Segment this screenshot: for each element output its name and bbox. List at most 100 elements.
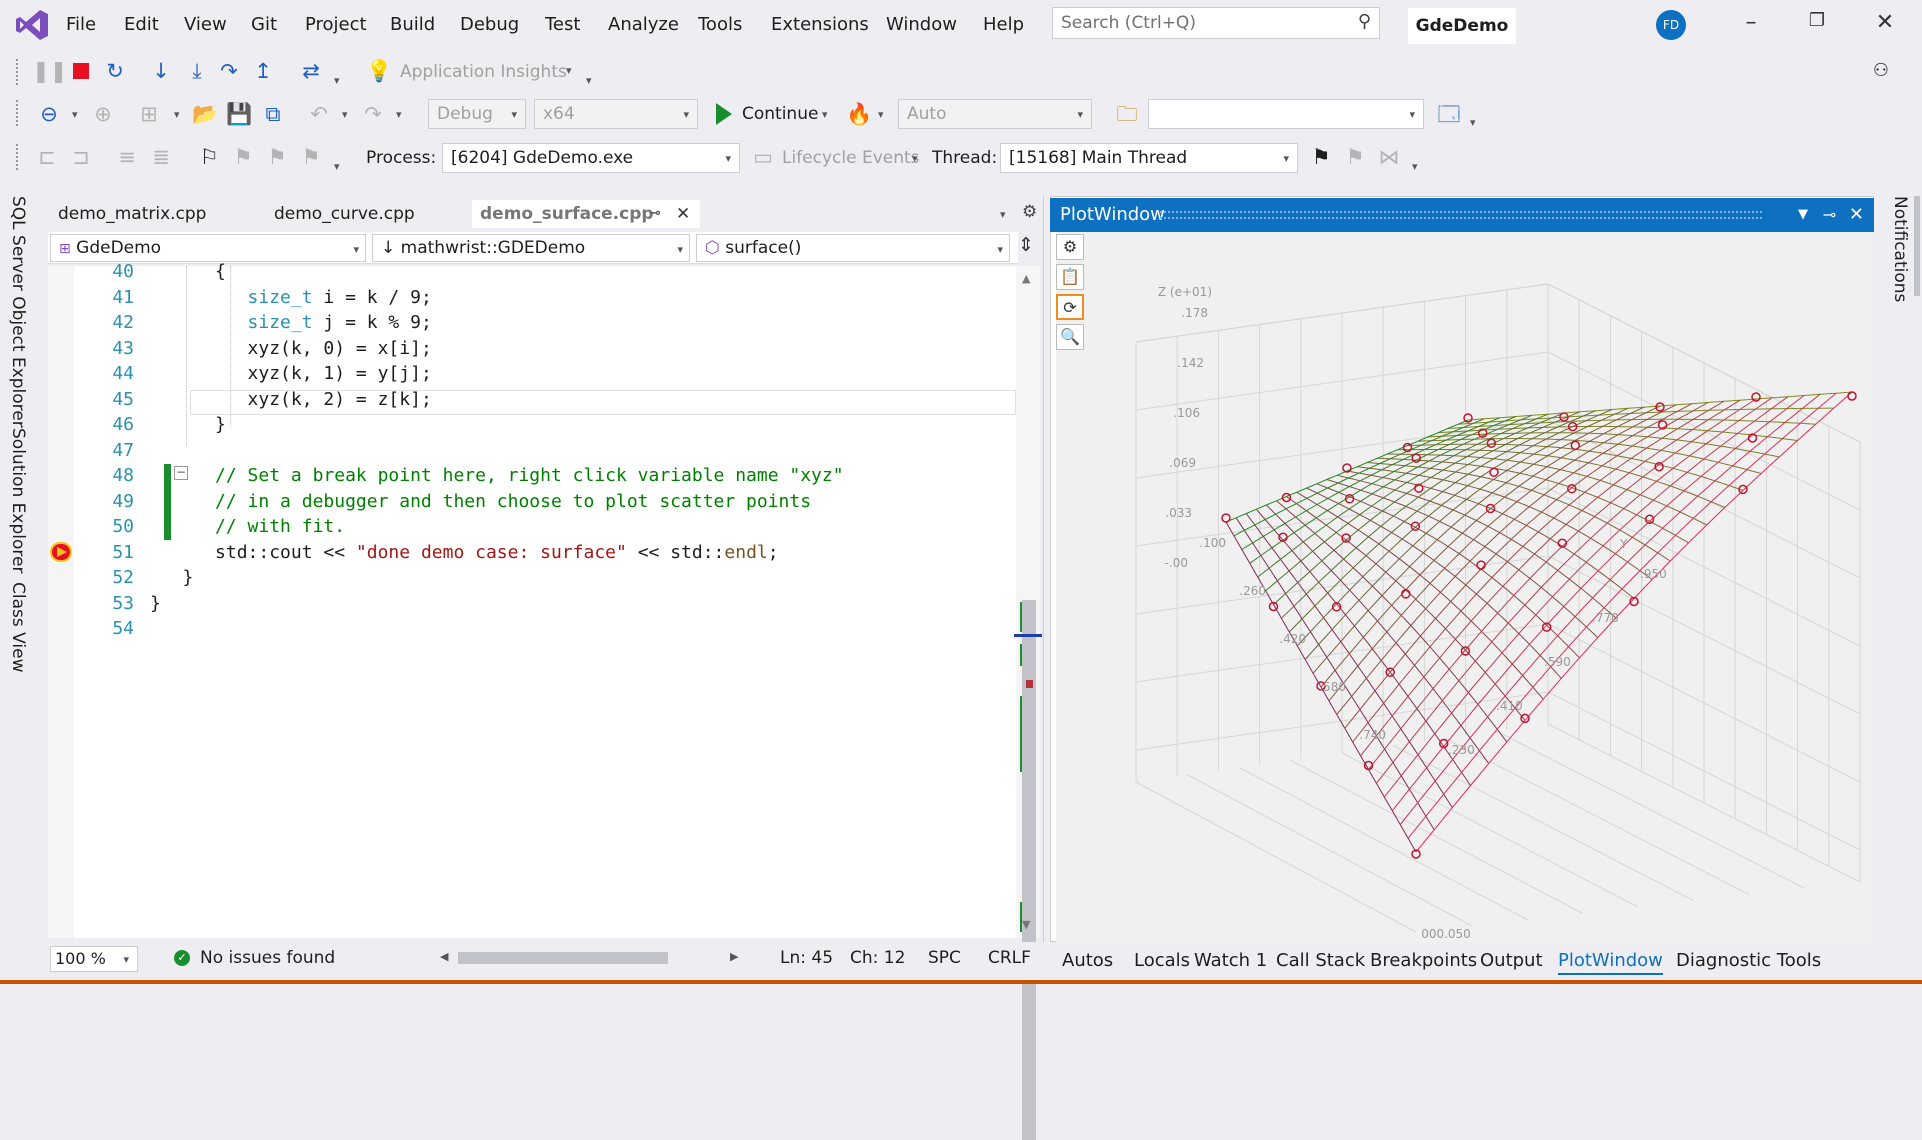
- issues-status[interactable]: No issues found: [200, 948, 335, 968]
- chevron-down-icon[interactable]: ▾: [334, 160, 340, 173]
- code-line[interactable]: xyz(k, 1) = y[j];: [150, 361, 432, 387]
- chevron-down-icon[interactable]: ▾: [342, 108, 348, 121]
- minimize-icon[interactable]: –: [1736, 10, 1766, 35]
- uncomment-icon[interactable]: ⊐: [68, 142, 94, 172]
- find-combo[interactable]: ▾: [1148, 99, 1424, 129]
- menu-extensions[interactable]: Extensions: [771, 14, 869, 35]
- undo-icon[interactable]: ↶: [306, 99, 332, 129]
- redo-icon[interactable]: ↷: [360, 99, 386, 129]
- chevron-down-icon[interactable]: ▾: [174, 108, 180, 121]
- zoom-select[interactable]: 100 % ▾: [50, 946, 138, 972]
- step-into-icon[interactable]: ⤓: [184, 56, 210, 86]
- chevron-down-icon[interactable]: ▾: [1412, 160, 1418, 173]
- visual-studio-logo-icon[interactable]: [14, 8, 50, 42]
- menu-help[interactable]: Help: [983, 14, 1024, 35]
- code-line[interactable]: }: [150, 565, 194, 591]
- tab-output[interactable]: Output: [1480, 950, 1543, 971]
- avatar[interactable]: FD: [1656, 10, 1686, 40]
- clear-bookmarks-icon[interactable]: ⚑: [298, 142, 324, 172]
- code-line[interactable]: }: [150, 591, 161, 617]
- tab-call-stack[interactable]: Call Stack: [1276, 950, 1365, 971]
- find-in-files-icon[interactable]: 🗀: [1114, 99, 1140, 129]
- menu-debug[interactable]: Debug: [460, 14, 519, 35]
- menu-file[interactable]: File: [66, 14, 96, 35]
- restore-icon[interactable]: ❐: [1802, 10, 1832, 31]
- tab-plotwindow[interactable]: PlotWindow: [1558, 950, 1663, 975]
- live-share-icon[interactable]: ⚇: [1868, 56, 1894, 86]
- process-select[interactable]: [6204] GdeDemo.exe ▾: [442, 143, 740, 173]
- lifecycle-events-button[interactable]: Lifecycle Events: [782, 143, 920, 173]
- editor-vertical-scrollbar[interactable]: ▲ ▼: [1014, 266, 1042, 1140]
- whitespace-indicator[interactable]: SPC: [928, 948, 961, 968]
- column-indicator[interactable]: Ch: 12: [850, 948, 905, 968]
- flag-thread-icon[interactable]: ⚑: [1308, 142, 1334, 172]
- breakpoint-gutter[interactable]: [48, 266, 74, 938]
- code-line[interactable]: std::cout << "done demo case: surface" <…: [150, 540, 779, 566]
- navigate-forward-icon[interactable]: ⊕: [90, 99, 116, 129]
- pause-icon[interactable]: ❚❚: [32, 56, 67, 86]
- chevron-down-icon[interactable]: ▾: [566, 64, 572, 77]
- bookmark-icon[interactable]: ⚐: [196, 142, 222, 172]
- next-bookmark-icon[interactable]: ⚑: [264, 142, 290, 172]
- code-line[interactable]: }: [150, 412, 226, 438]
- scope-nav-select[interactable]: ↓ mathwrist::GDEDemo ▾: [372, 234, 690, 262]
- menu-edit[interactable]: Edit: [124, 14, 159, 35]
- tab-locals[interactable]: Locals: [1134, 950, 1190, 971]
- plot-settings-icon[interactable]: ⚙: [1056, 234, 1084, 260]
- code-line[interactable]: xyz(k, 0) = x[i];: [150, 336, 432, 362]
- chevron-down-icon[interactable]: ▾: [822, 108, 828, 121]
- restart-icon[interactable]: ↻: [102, 56, 128, 86]
- tab-demo-surface[interactable]: demo_surface.cpp ⊸ ✕: [472, 200, 700, 228]
- continue-button[interactable]: Continue: [742, 99, 818, 129]
- chevron-down-icon[interactable]: ▾: [72, 108, 78, 121]
- continue-play-icon[interactable]: [716, 103, 732, 125]
- hot-reload-icon[interactable]: ⇄: [298, 56, 324, 86]
- decrease-indent-icon[interactable]: ≡: [114, 142, 140, 172]
- project-nav-select[interactable]: ⊞ GdeDemo ▾: [50, 234, 366, 262]
- close-icon[interactable]: ✕: [1849, 198, 1864, 232]
- line-ending-indicator[interactable]: CRLF: [988, 948, 1031, 968]
- menu-project[interactable]: Project: [305, 14, 367, 35]
- chevron-down-icon[interactable]: ▾: [396, 108, 402, 121]
- menu-analyze[interactable]: Analyze: [608, 14, 679, 35]
- code-line[interactable]: xyz(k, 2) = z[k];: [150, 387, 432, 413]
- toggle-comment-icon[interactable]: ⊏: [34, 142, 60, 172]
- step-over-icon[interactable]: ↷: [216, 56, 242, 86]
- pin-icon[interactable]: ⊸: [650, 200, 661, 228]
- toolbar-grip[interactable]: [16, 100, 20, 126]
- thread-select[interactable]: [15168] Main Thread ▾: [1000, 143, 1298, 173]
- tab-demo-matrix[interactable]: demo_matrix.cpp: [50, 200, 214, 228]
- code-line[interactable]: // with fit.: [150, 514, 345, 540]
- step-out-icon[interactable]: ↥: [250, 56, 276, 86]
- new-project-icon[interactable]: ⊞: [136, 99, 162, 129]
- scroll-up-icon[interactable]: ▲: [1022, 272, 1030, 285]
- stop-icon[interactable]: [73, 63, 89, 79]
- save-icon[interactable]: 💾: [226, 99, 252, 129]
- sql-server-object-explorer-tab[interactable]: SQL Server Object Explorer: [8, 196, 28, 428]
- horizontal-scroll-thumb[interactable]: [458, 952, 668, 964]
- open-file-icon[interactable]: 📂: [192, 99, 218, 129]
- scroll-thumb[interactable]: [1914, 196, 1920, 296]
- scroll-right-icon[interactable]: ▶: [730, 950, 738, 963]
- notifications-tab[interactable]: Notifications: [1890, 196, 1910, 302]
- code-line[interactable]: size_t i = k / 9;: [150, 285, 432, 311]
- menu-window[interactable]: Window: [886, 14, 957, 35]
- window-position-icon[interactable]: ▼: [1798, 198, 1808, 232]
- code-line[interactable]: size_t j = k % 9;: [150, 310, 432, 336]
- scroll-left-icon[interactable]: ◀: [440, 950, 448, 963]
- tab-watch-1[interactable]: Watch 1: [1194, 950, 1267, 971]
- menu-view[interactable]: View: [184, 14, 227, 35]
- pin-icon[interactable]: ⊸: [1823, 198, 1836, 232]
- scroll-down-icon[interactable]: ▼: [1022, 918, 1030, 931]
- plot-canvas[interactable]: .178 .142 .106 .069 .033 -.00 Z (e+01) .100 .260…: [1056, 232, 1874, 942]
- increase-indent-icon[interactable]: ≣: [148, 142, 174, 172]
- class-view-tab[interactable]: Class View: [8, 582, 28, 672]
- chevron-down-icon[interactable]: ▾: [1470, 116, 1476, 129]
- code-line[interactable]: // in a debugger and then choose to plot…: [150, 489, 811, 515]
- menu-git[interactable]: Git: [251, 14, 277, 35]
- menu-test[interactable]: Test: [545, 14, 580, 35]
- solution-explorer-icon[interactable]: 🗔: [1436, 99, 1462, 129]
- auto-select[interactable]: Auto ▾: [898, 99, 1092, 129]
- tab-breakpoints[interactable]: Breakpoints: [1370, 950, 1477, 971]
- search-input[interactable]: Search (Ctrl+Q) ⚲: [1052, 7, 1380, 39]
